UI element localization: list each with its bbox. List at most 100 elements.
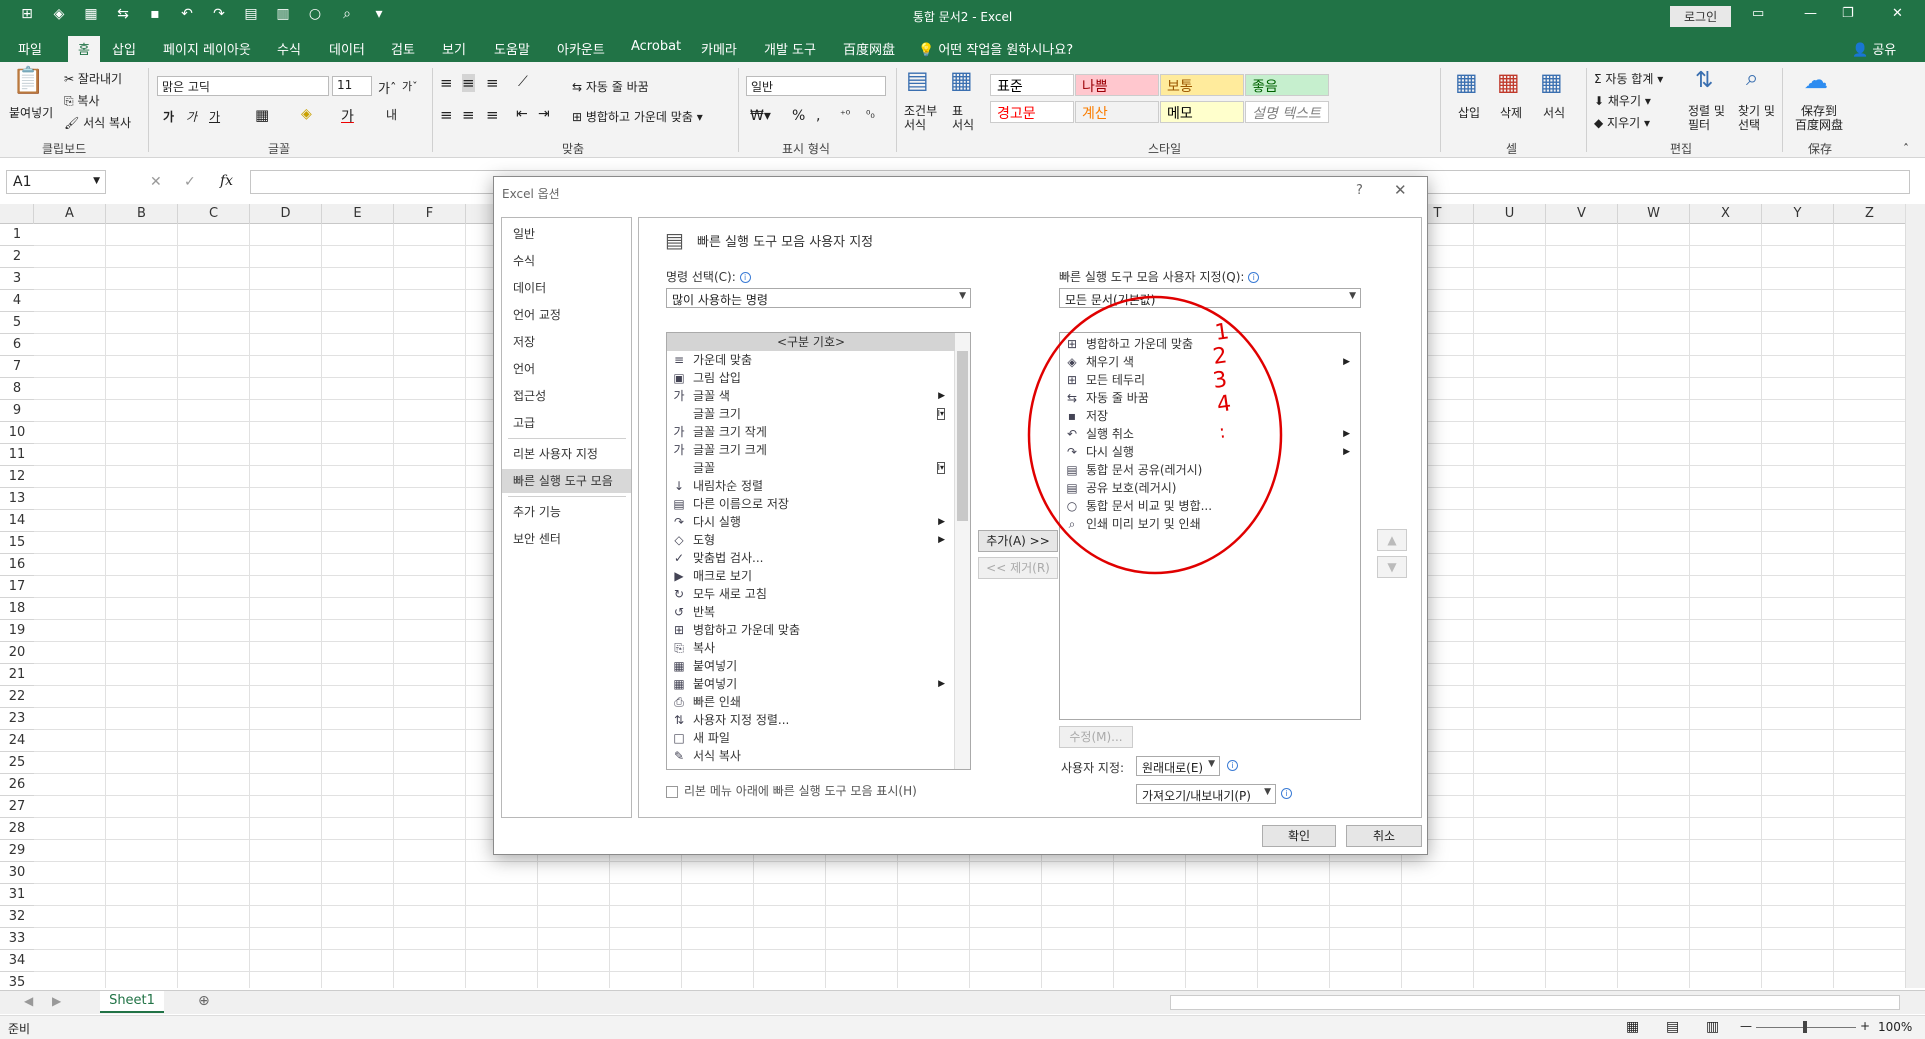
qat-item[interactable]: ○ 통합 문서 비교 및 병합... <box>1060 497 1360 515</box>
row-header[interactable]: 14 <box>0 510 34 532</box>
baidu-cloud-icon[interactable]: ☁ <box>1804 66 1828 94</box>
border-icon[interactable]: ▦ <box>255 106 269 124</box>
save-to-baidu-button[interactable]: 保存到 百度网盘 <box>1795 104 1843 132</box>
choose-commands-select[interactable]: 많이 사용하는 명령 ▼ <box>666 288 971 308</box>
cell-style[interactable]: 메모 <box>1160 101 1244 123</box>
decrease-decimal-icon[interactable]: ⁰₀ <box>866 108 875 121</box>
name-box[interactable]: A1 ▼ <box>6 170 106 194</box>
command-item[interactable]: ▶ 매크로 보기 <box>667 567 955 585</box>
page-layout-view-icon[interactable]: ▤ <box>1666 1019 1679 1035</box>
nav-item[interactable]: 일반 <box>502 222 631 246</box>
tell-me-box[interactable]: 💡 어떤 작업을 원하시나요? <box>918 39 1073 58</box>
command-item[interactable]: ▦ 붙여넣기 ▶ <box>667 675 955 693</box>
command-item[interactable]: ≡ 가운데 맞춤 <box>667 351 955 369</box>
format-cells-icon[interactable]: ▦ <box>1540 68 1563 96</box>
show-below-ribbon-option[interactable]: 리본 메뉴 아래에 빠른 실행 도구 모음 표시(H) <box>666 782 917 799</box>
paste-button[interactable]: 붙여넣기 <box>9 104 53 121</box>
column-header[interactable]: B <box>106 204 178 224</box>
command-item[interactable]: ⎙ 빠른 인쇄 <box>667 693 955 711</box>
align-bottom-icon[interactable]: ≡ <box>486 74 499 92</box>
command-item[interactable]: ▤ 다른 이름으로 저장 <box>667 495 955 513</box>
column-header[interactable]: Z <box>1834 204 1905 224</box>
row-header[interactable]: 9 <box>0 400 34 422</box>
tab-acrobat[interactable]: Acrobat <box>631 39 681 54</box>
row-header[interactable]: 33 <box>0 928 34 950</box>
insert-cells-button[interactable]: 삽입 <box>1458 104 1480 121</box>
command-item[interactable]: ▦ 붙여넣기 <box>667 657 955 675</box>
bold-icon[interactable]: 가 <box>163 108 174 125</box>
tab-insert[interactable]: 삽입 <box>112 39 136 58</box>
align-right-icon[interactable]: ≡ <box>486 106 499 124</box>
tab-file[interactable]: 파일 <box>18 39 42 58</box>
number-format-select[interactable]: 일반 <box>746 76 886 96</box>
table-format-button[interactable]: 표 서식 <box>952 104 974 132</box>
nav-item[interactable]: 접근성 <box>502 384 631 408</box>
column-header[interactable]: V <box>1546 204 1618 224</box>
commands-list-scrollbar[interactable] <box>954 333 970 769</box>
underline-icon[interactable]: 가 <box>209 108 220 125</box>
column-header[interactable]: W <box>1618 204 1690 224</box>
row-header[interactable]: 18 <box>0 598 34 620</box>
restore-icon[interactable]: ❐ <box>1842 6 1854 21</box>
row-header[interactable]: 22 <box>0 686 34 708</box>
paste-icon[interactable]: 📋 <box>12 66 44 96</box>
cell-style[interactable]: 나쁨 <box>1075 74 1159 96</box>
command-item[interactable]: ↻ 모두 새로 고침 <box>667 585 955 603</box>
decrease-font-icon[interactable]: 가ˇ <box>402 78 418 94</box>
command-item[interactable]: 글꼴 크기 I▾ <box>667 405 955 423</box>
qat-item[interactable]: ⊞ 모든 테두리 <box>1060 371 1360 389</box>
row-header[interactable]: 8 <box>0 378 34 400</box>
row-header[interactable]: 10 <box>0 422 34 444</box>
vertical-scrollbar[interactable] <box>1905 204 1925 988</box>
command-item[interactable]: ↓ 내림차순 정렬 <box>667 477 955 495</box>
qat-item[interactable]: ⇆ 자동 줄 바꿈 <box>1060 389 1360 407</box>
column-header[interactable]: D <box>250 204 322 224</box>
qat-item[interactable]: ⊞ 병합하고 가운데 맞춤 <box>1060 335 1360 353</box>
font-name-select[interactable]: 맑은 고딕 <box>157 76 329 96</box>
qat-item[interactable]: ▤ 공유 보호(레거시) <box>1060 479 1360 497</box>
close-icon[interactable]: ✕ <box>1394 181 1407 199</box>
cancel-button[interactable]: 취소 <box>1346 825 1422 847</box>
row-header[interactable]: 11 <box>0 444 34 466</box>
qat-item[interactable]: ◈ 채우기 색 ▶ <box>1060 353 1360 371</box>
show-below-ribbon-checkbox[interactable] <box>666 785 678 798</box>
collapse-ribbon-icon[interactable]: ˆ <box>1903 142 1909 156</box>
row-header[interactable]: 28 <box>0 818 34 840</box>
tab-review[interactable]: 검토 <box>391 39 415 58</box>
column-header[interactable]: X <box>1690 204 1762 224</box>
nav-item[interactable]: 수식 <box>502 249 631 273</box>
confirm-entry-icon[interactable]: ✓ <box>184 174 196 190</box>
cell-style[interactable]: 좋음 <box>1245 74 1329 96</box>
font-color-icon[interactable]: 가 <box>341 106 354 126</box>
qat-items-list[interactable]: ⊞ 병합하고 가운데 맞춤 ◈ 채우기 색 ▶ ⊞ 모든 테두리 ⇆ 자동 줄 바꿈 ▪ 저장 ↶ 실행… <box>1059 332 1361 720</box>
ok-button[interactable]: 확인 <box>1262 825 1336 847</box>
orientation-icon[interactable]: ⟋ <box>518 74 528 90</box>
row-header[interactable]: 34 <box>0 950 34 972</box>
remove-button[interactable]: << 제거(R) <box>978 557 1058 579</box>
column-header[interactable]: E <box>322 204 394 224</box>
share-button[interactable]: 👤 공유 <box>1852 39 1896 58</box>
row-header[interactable]: 1 <box>0 224 34 246</box>
column-header[interactable]: F <box>394 204 466 224</box>
wrap-text-button[interactable]: ⇆ 자동 줄 바꿈 <box>572 78 649 95</box>
increase-font-icon[interactable]: 가ˆ <box>378 78 396 97</box>
zoom-out-icon[interactable]: — <box>1740 1019 1752 1033</box>
tab-developer[interactable]: 개발 도구 <box>764 39 816 58</box>
conditional-format-icon[interactable]: ▤ <box>906 66 929 94</box>
align-middle-icon[interactable]: ≡ <box>462 74 475 92</box>
zoom-slider-thumb[interactable] <box>1803 1021 1807 1033</box>
row-header[interactable]: 32 <box>0 906 34 928</box>
minimize-icon[interactable]: — <box>1804 6 1817 21</box>
cell-style[interactable]: 설명 텍스트 <box>1245 101 1329 123</box>
prev-sheet-icon[interactable]: ◀ <box>24 994 33 1008</box>
sort-filter-button[interactable]: 정렬 및 필터 <box>1688 104 1725 132</box>
column-header[interactable]: Y <box>1762 204 1834 224</box>
cell-style[interactable]: 보통 <box>1160 74 1244 96</box>
font-size-select[interactable]: 11 <box>332 76 372 96</box>
row-header[interactable]: 15 <box>0 532 34 554</box>
row-header[interactable]: 35 <box>0 972 34 988</box>
command-item[interactable]: <구분 기호> <box>667 333 955 351</box>
add-sheet-icon[interactable]: ⊕ <box>198 993 210 1009</box>
cell-style[interactable]: 계산 <box>1075 101 1159 123</box>
row-header[interactable]: 30 <box>0 862 34 884</box>
